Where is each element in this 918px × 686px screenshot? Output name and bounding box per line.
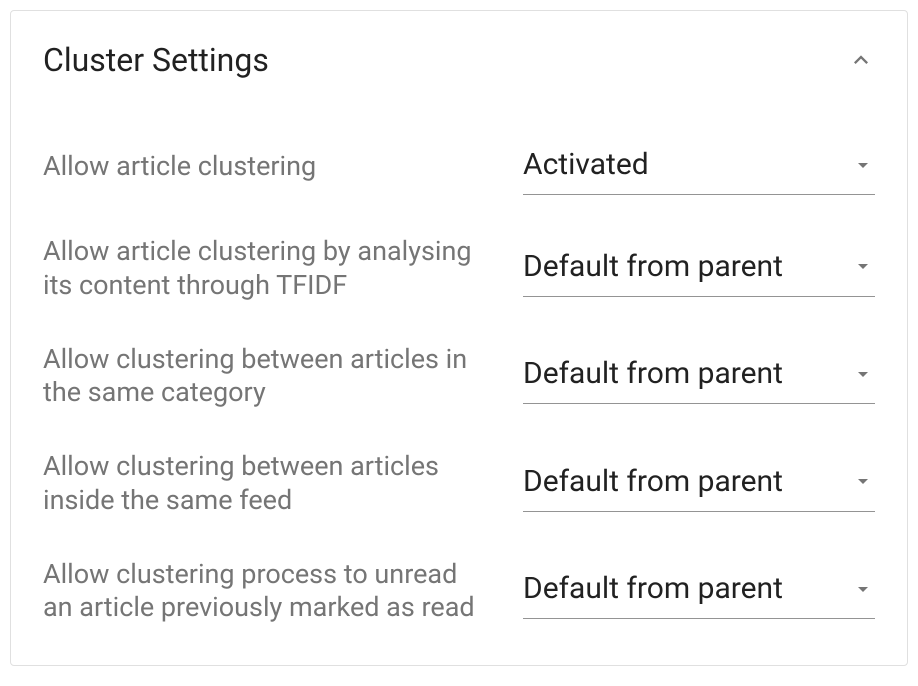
setting-select-value: Default from parent [523, 464, 783, 499]
setting-label: Allow clustering between articles in the… [43, 343, 523, 411]
setting-select-value: Default from parent [523, 571, 783, 606]
setting-row-same-feed: Allow clustering between articles inside… [43, 450, 875, 518]
setting-select-same-feed[interactable]: Default from parent [523, 456, 875, 512]
setting-label: Allow clustering between articles inside… [43, 450, 523, 518]
setting-select-value: Default from parent [523, 249, 783, 284]
chevron-up-icon [847, 46, 875, 74]
caret-down-icon [851, 469, 875, 493]
caret-down-icon [851, 362, 875, 386]
caret-down-icon [851, 577, 875, 601]
setting-label: Allow clustering process to unread an ar… [43, 558, 523, 626]
setting-row-unread: Allow clustering process to unread an ar… [43, 558, 875, 626]
setting-row-same-category: Allow clustering between articles in the… [43, 343, 875, 411]
setting-select-tfidf[interactable]: Default from parent [523, 241, 875, 297]
setting-row-tfidf: Allow article clustering by analysing it… [43, 235, 875, 303]
setting-select-same-category[interactable]: Default from parent [523, 348, 875, 404]
cluster-settings-panel: Cluster Settings Allow article clusterin… [10, 10, 908, 666]
panel-header[interactable]: Cluster Settings [43, 41, 875, 79]
setting-label: Allow article clustering by analysing it… [43, 235, 523, 303]
setting-select-allow-clustering[interactable]: Activated [523, 139, 875, 195]
setting-select-value: Default from parent [523, 356, 783, 391]
setting-label: Allow article clustering [43, 150, 523, 184]
setting-select-value: Activated [523, 147, 649, 182]
caret-down-icon [851, 153, 875, 177]
setting-row-allow-clustering: Allow article clustering Activated [43, 139, 875, 195]
caret-down-icon [851, 254, 875, 278]
setting-select-unread[interactable]: Default from parent [523, 563, 875, 619]
panel-title: Cluster Settings [43, 41, 269, 79]
